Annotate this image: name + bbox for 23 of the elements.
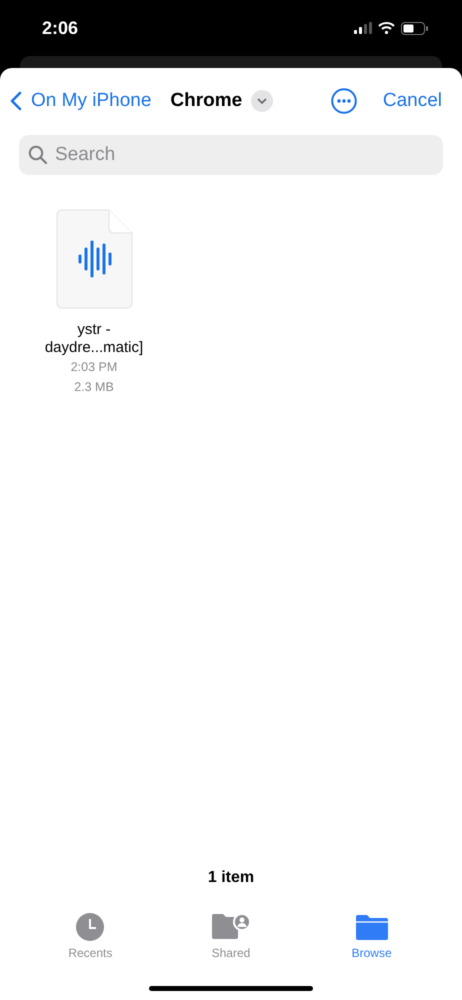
battery-icon xyxy=(401,22,428,34)
dropdown-icon[interactable] xyxy=(251,90,274,112)
wifi-icon xyxy=(378,22,395,34)
clock-icon xyxy=(76,913,104,941)
more-icon[interactable] xyxy=(330,88,357,114)
tab-bar-item[interactable]: Recents xyxy=(45,913,136,960)
folder-icon xyxy=(356,913,388,941)
status-time: 2:06 xyxy=(42,18,78,38)
back-link[interactable]: On My iPhone xyxy=(10,90,152,112)
back-chevron-icon xyxy=(10,91,22,111)
tab-bar-item[interactable]: Browse xyxy=(326,913,417,960)
file-size: 2.3 MB xyxy=(74,379,114,396)
folder-title: Chrome xyxy=(170,90,242,112)
file-time: 2:03 PM xyxy=(70,359,118,376)
signal-icon xyxy=(354,22,372,34)
tab-bar-item[interactable]: Shared xyxy=(186,913,276,960)
shared-folder-icon xyxy=(212,913,250,941)
audio-file-icon[interactable] xyxy=(56,209,132,309)
cancel-button[interactable]: Cancel xyxy=(382,90,442,112)
search-icon xyxy=(28,145,48,165)
search-field[interactable]: Search xyxy=(19,135,443,175)
file-name: ystr - daydre...matic] xyxy=(44,321,144,357)
item-count: 1 item xyxy=(208,869,254,887)
